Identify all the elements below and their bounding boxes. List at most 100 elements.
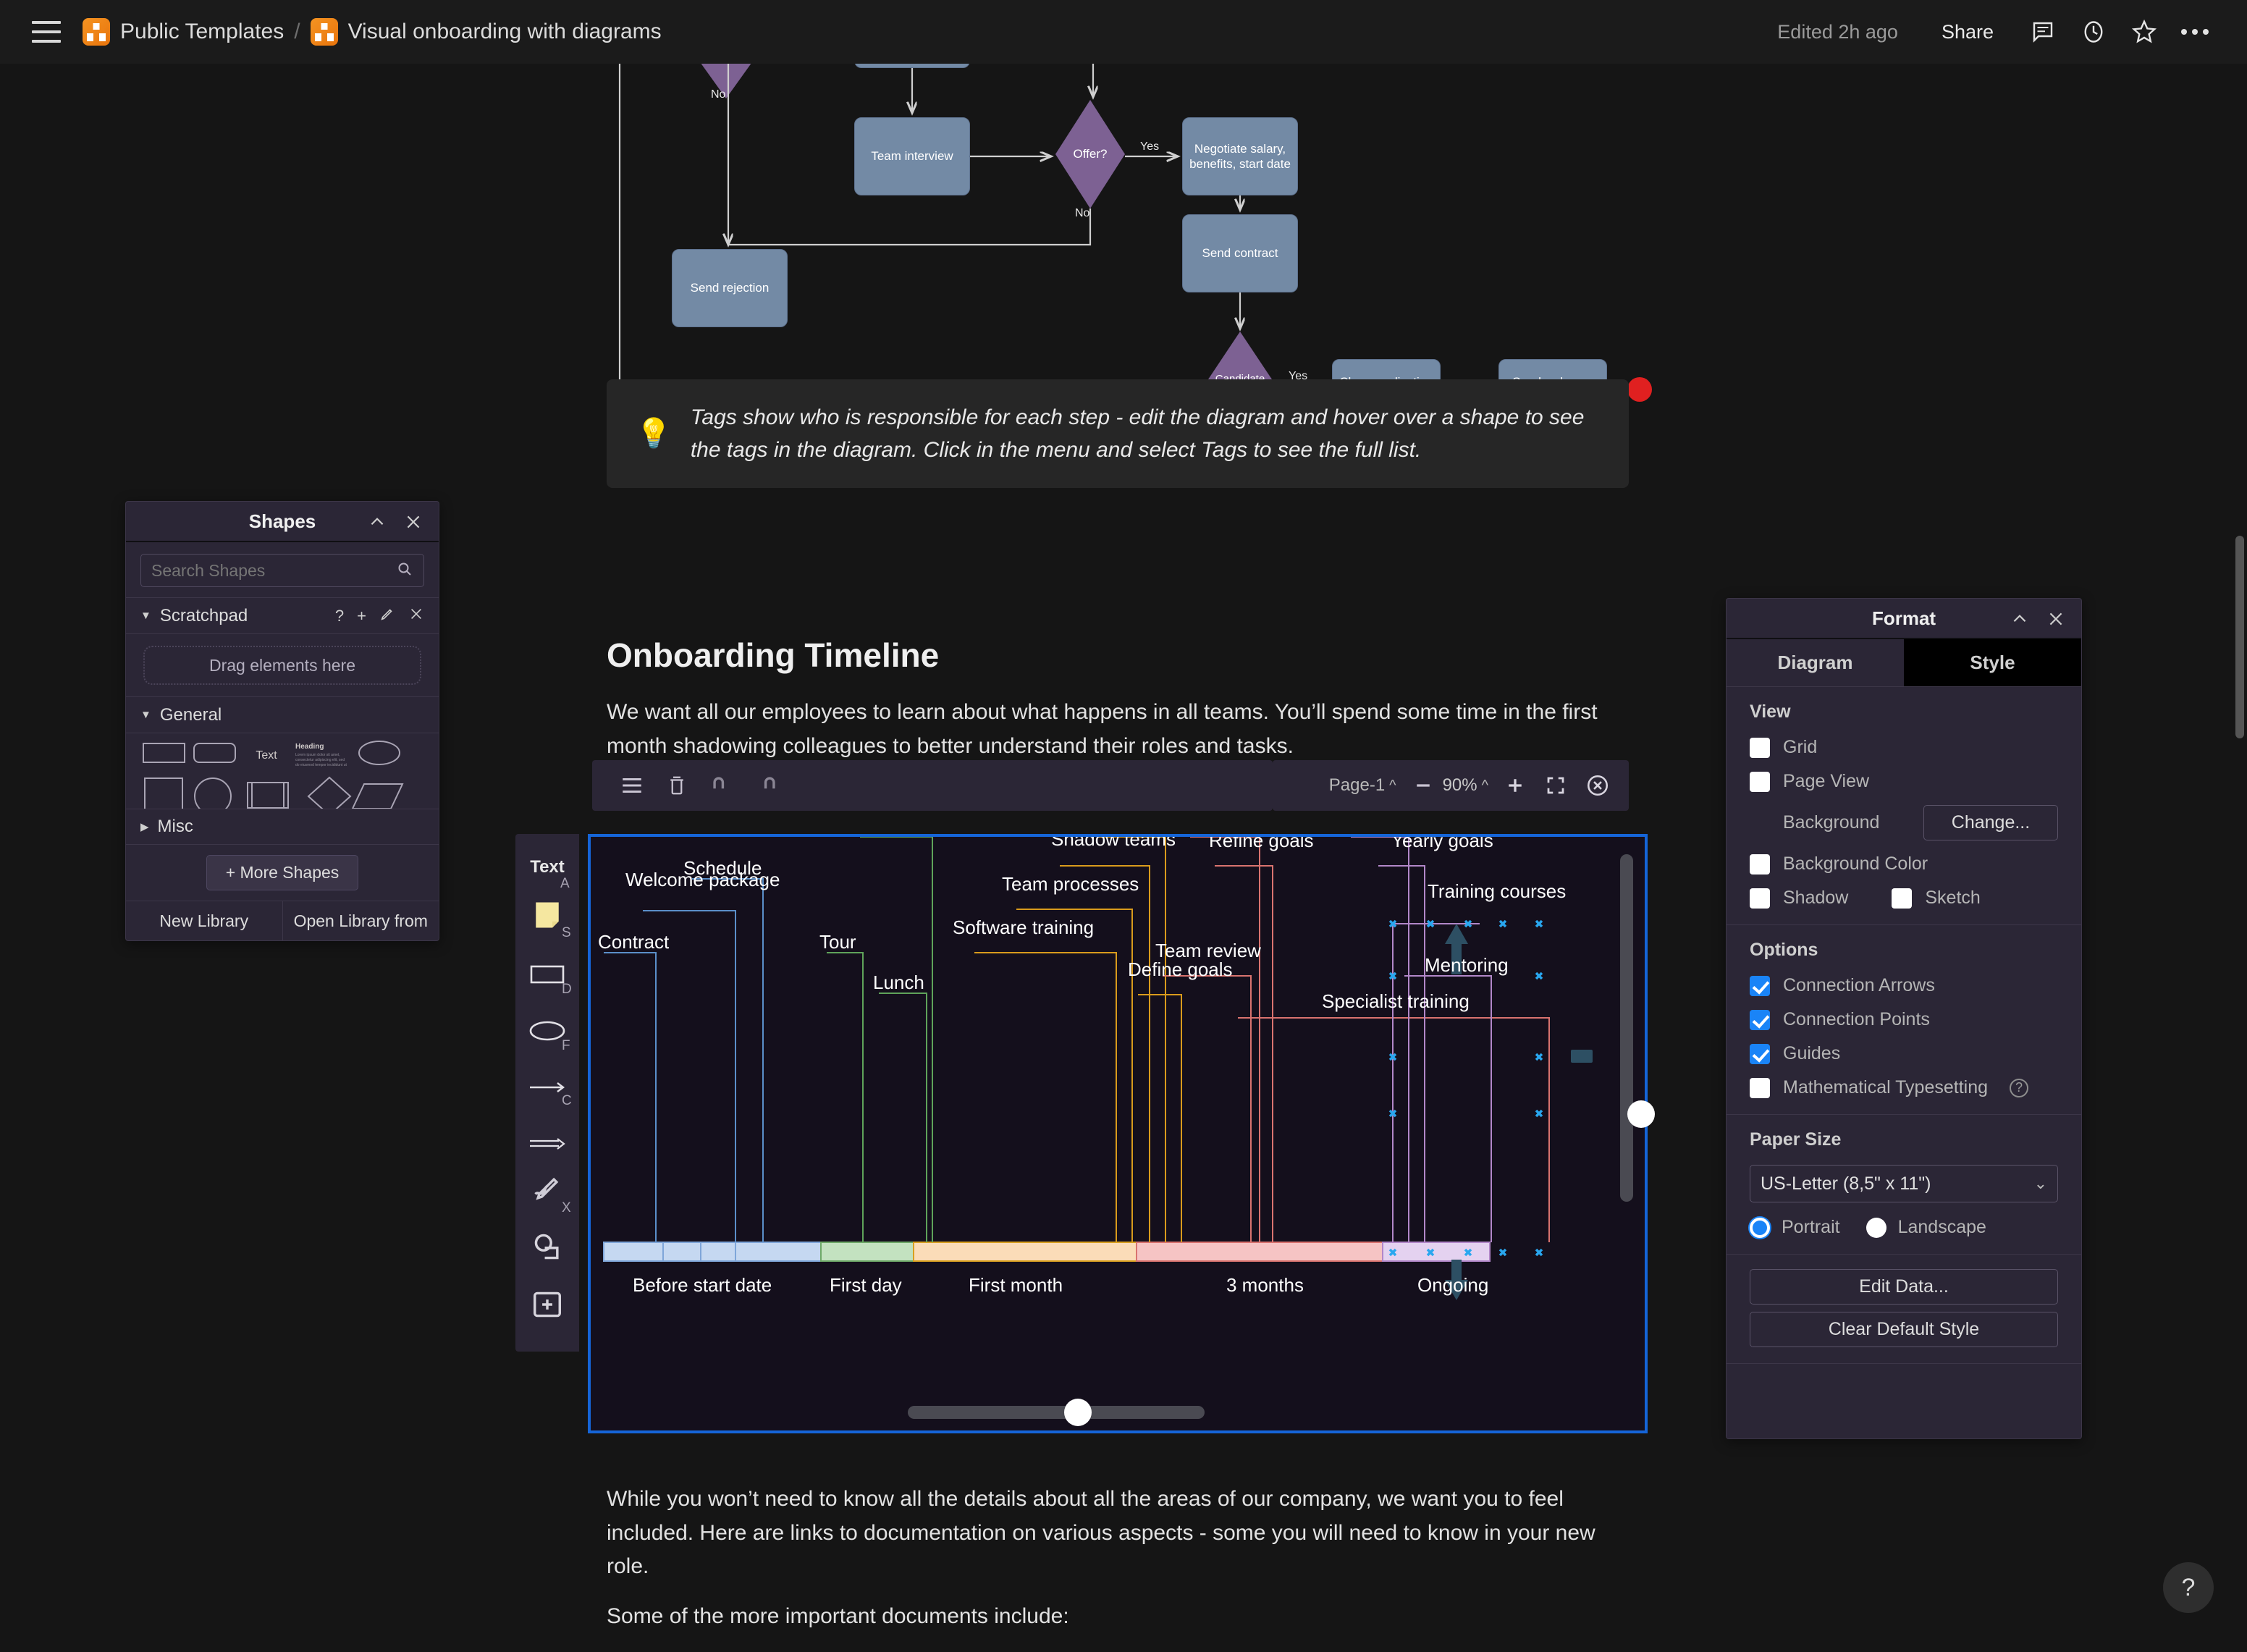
breadcrumb-current[interactable]: Visual onboarding with diagrams [348,20,662,44]
close-icon[interactable] [408,606,424,626]
menu-icon[interactable] [32,21,61,43]
option-page-view[interactable]: Page View [1750,771,2058,792]
search-input[interactable] [151,561,396,581]
insert-tool[interactable] [515,1276,579,1333]
more-icon[interactable] [2175,12,2215,52]
edit-data-button[interactable]: Edit Data... [1750,1269,2058,1305]
close-circle-icon[interactable] [1577,773,1619,798]
option-grid[interactable]: Grid [1750,737,2058,758]
connection-points-checkbox[interactable] [1750,1010,1770,1030]
zoom-level[interactable]: 90% [1443,775,1477,796]
fullscreen-icon[interactable] [1535,775,1577,796]
search-box[interactable] [140,554,424,587]
landscape-radio[interactable] [1866,1218,1886,1238]
tab-style[interactable]: Style [1904,639,2081,686]
rectangle-icon [530,965,565,984]
background-change-button[interactable]: Change... [1923,805,2058,840]
new-library-button[interactable]: New Library [126,901,283,940]
help-icon[interactable]: ? [2010,1079,2028,1097]
close-icon[interactable] [2046,599,2065,639]
diagram-vertical-scrollbar[interactable] [1620,854,1633,1202]
chevron-down-icon: ▼ [140,709,151,721]
sketch-checkbox[interactable] [1892,888,1912,909]
tab-diagram[interactable]: Diagram [1727,639,1904,686]
star-icon[interactable] [2124,12,2164,52]
scratchpad-area[interactable]: Drag elements here [126,634,439,697]
format-options-section: Options Connection Arrows Connection Poi… [1727,925,2081,1115]
menu-icon[interactable] [610,760,654,811]
background-color-checkbox[interactable] [1750,854,1770,875]
diagram-vertical-scroll-thumb[interactable] [1627,1100,1655,1128]
timeline-phase-label: Before start date [633,1274,772,1297]
orientation-group[interactable]: Portrait Landscape [1750,1217,2058,1238]
shapes-tool[interactable] [515,1218,579,1276]
share-button[interactable]: Share [1942,21,1994,43]
shapes-section-general[interactable]: ▼ General [126,697,439,733]
zoom-out-button[interactable] [1404,775,1443,796]
timeline-event-label: Lunch [873,972,924,994]
shape-grid[interactable]: Text Heading Lorem ipsum dolor sit amet,… [126,733,439,809]
open-library-button[interactable]: Open Library from [283,901,439,940]
svg-text:Lorem ipsum dolor sit amet,: Lorem ipsum dolor sit amet, [295,753,340,757]
timeline-event-label: Yearly goals [1391,834,1493,852]
option-shadow-sketch[interactable]: Shadow Sketch [1750,888,2058,909]
diagram-toolbar[interactable] [592,760,1273,811]
shadow-checkbox[interactable] [1750,888,1770,909]
option-background: Background Change... [1750,805,2058,840]
timeline-diagram-canvas[interactable]: Contract Welcome package Schedule Tour I… [588,834,1648,1433]
option-connection-arrows[interactable]: Connection Arrows [1750,975,2058,996]
scratchpad-dropzone[interactable]: Drag elements here [143,646,421,685]
page-selector[interactable]: Page-1 [1329,775,1385,796]
help-button[interactable]: ? [2163,1562,2214,1613]
breadcrumb-root[interactable]: Public Templates [120,20,284,44]
shape-grid-icons[interactable]: Text Heading Lorem ipsum dolor sit amet,… [138,739,427,809]
page-scrollbar[interactable] [2235,536,2244,738]
chevron-up-icon[interactable] [2010,599,2029,639]
redo-icon[interactable] [744,760,789,811]
diagram-horizontal-scroll-thumb[interactable] [1064,1399,1092,1426]
tip-callout: 💡 Tags show who is responsible for each … [607,379,1629,488]
page-chevron-icon[interactable]: ^ [1389,777,1396,794]
timeline-event-label: Specialist training [1322,990,1470,1013]
history-icon[interactable] [2073,12,2114,52]
option-background-color[interactable]: Background Color [1750,854,2058,875]
insert-icon [532,1291,562,1318]
help-icon[interactable]: ? [335,607,344,625]
option-connection-points[interactable]: Connection Points [1750,1009,2058,1030]
option-guides[interactable]: Guides [1750,1043,2058,1064]
diagram-zoom-bar[interactable]: Page-1 ^ 90% ^ [1273,760,1629,811]
more-shapes-button[interactable]: + More Shapes [206,855,359,890]
timeline-phase-label: 3 months [1226,1274,1304,1297]
guides-checkbox[interactable] [1750,1044,1770,1064]
shapes-panel[interactable]: Shapes ▼ Scratchpad ? + [125,501,439,941]
mathematical-typesetting-checkbox[interactable] [1750,1078,1770,1098]
chevron-up-icon[interactable] [368,502,387,542]
shapes-section-misc[interactable]: ▶ Misc [126,809,439,845]
delete-icon[interactable] [654,760,699,811]
close-icon[interactable] [404,502,423,542]
undo-icon[interactable] [699,760,744,811]
format-panel[interactable]: Format Diagram Style View Grid Page View… [1726,598,2082,1439]
edit-icon[interactable] [379,606,395,626]
zoom-in-button[interactable] [1496,775,1535,796]
paper-size-select[interactable]: US-Letter (8,5" x 11") ⌄ [1750,1165,2058,1202]
portrait-radio[interactable] [1750,1218,1770,1238]
shapes-section-scratchpad[interactable]: ▼ Scratchpad ? + [126,598,439,634]
search-icon[interactable] [396,560,413,581]
shapes-section-label: Scratchpad [160,606,248,626]
add-icon[interactable]: + [357,607,366,625]
clear-default-style-button[interactable]: Clear Default Style [1750,1312,2058,1347]
ellipse-icon [529,1020,565,1042]
format-tabs[interactable]: Diagram Style [1727,639,2081,687]
diagram-horizontal-scrollbar[interactable] [908,1406,1205,1419]
zoom-chevron-icon[interactable]: ^ [1482,777,1488,794]
option-mathematical-typesetting[interactable]: Mathematical Typesetting ? [1750,1077,2058,1098]
grid-checkbox[interactable] [1750,738,1770,758]
page-view-checkbox[interactable] [1750,772,1770,792]
scratchpad-actions: ? + [335,606,424,626]
comment-icon[interactable] [2023,12,2063,52]
phase-bar-ongoing [1383,1242,1490,1261]
diagram-tool-rail[interactable]: Text A S D F C X [515,834,579,1352]
connection-arrows-checkbox[interactable] [1750,976,1770,996]
shapes-section-label: General [160,705,222,725]
